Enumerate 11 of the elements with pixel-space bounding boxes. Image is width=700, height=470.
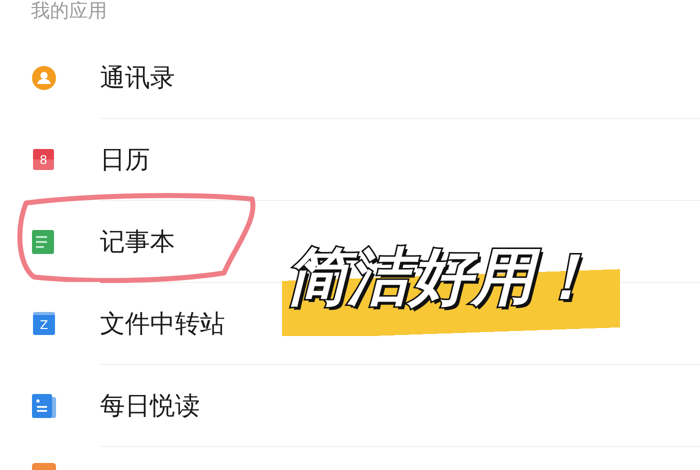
app-name: 通讯录 [100, 62, 175, 94]
app-name: 每日悦读 [100, 390, 200, 422]
calendar-icon: 8 [33, 149, 54, 170]
app-name: 记事本 [100, 226, 175, 258]
document-icon [32, 394, 56, 418]
app-name: 日历 [100, 144, 150, 176]
folder-icon: Z [33, 312, 55, 335]
app-name: 文件中转站 [100, 308, 225, 340]
section-title: 我的应用 [30, 0, 108, 24]
notes-icon [32, 230, 54, 254]
contact-icon [32, 66, 56, 90]
